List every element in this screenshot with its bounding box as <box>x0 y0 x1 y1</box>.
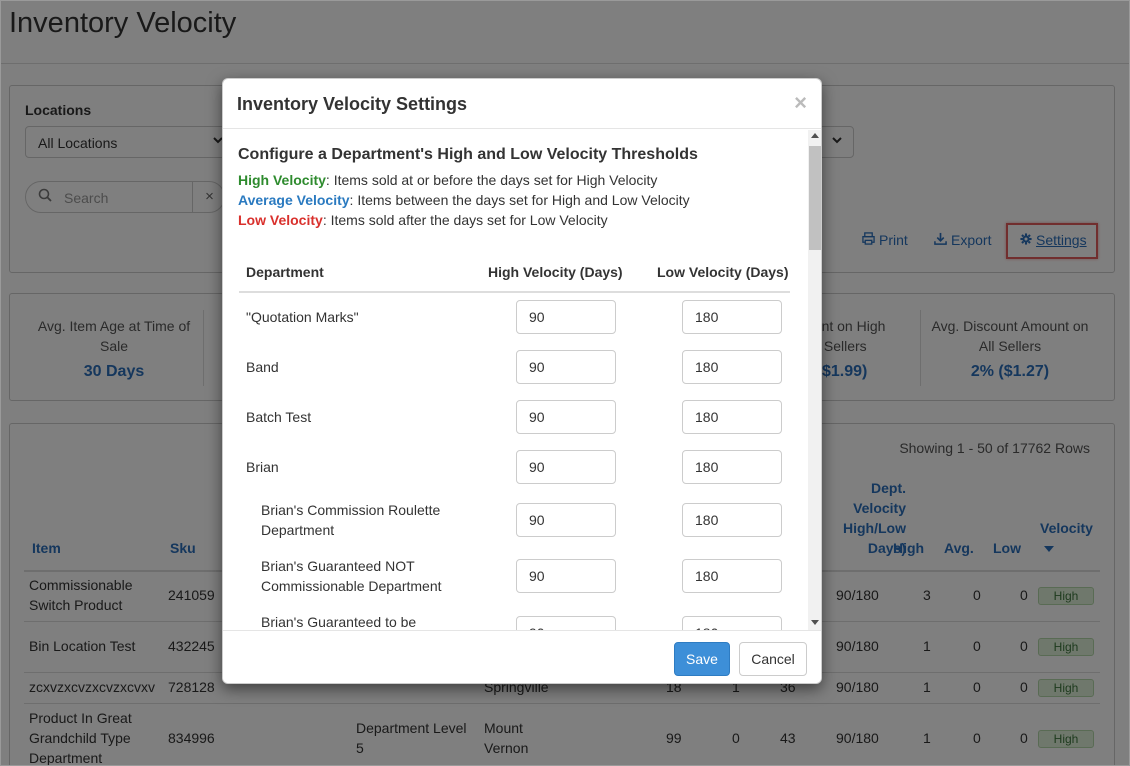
cancel-button[interactable]: Cancel <box>739 642 807 676</box>
modal-body: Configure a Department's High and Low Ve… <box>223 130 808 630</box>
legend-text: : Items between the days set for High an… <box>349 192 690 208</box>
legend-low-velocity: Low Velocity: Items sold after the days … <box>238 212 608 228</box>
col-header-low-velocity: Low Velocity (Days) <box>657 264 789 280</box>
low-velocity-input[interactable] <box>682 503 782 537</box>
dept-name-text: Brian's Guaranteed NOT <box>261 558 415 574</box>
modal-footer: Save Cancel <box>223 630 821 683</box>
dept-name: Brian <box>246 459 279 475</box>
high-velocity-input[interactable] <box>516 350 616 384</box>
low-velocity-input[interactable] <box>682 350 782 384</box>
legend-label: Low Velocity <box>238 212 323 228</box>
dept-name-text: Department <box>261 522 335 538</box>
dept-name: Brian's Guaranteed to be <box>261 614 417 630</box>
settings-modal: Inventory Velocity Settings × Configure … <box>222 78 822 684</box>
col-header-department: Department <box>246 264 324 280</box>
modal-header: Inventory Velocity Settings × <box>223 79 821 129</box>
legend-label: High Velocity <box>238 172 326 188</box>
low-velocity-input[interactable] <box>682 400 782 434</box>
high-velocity-input[interactable] <box>516 300 616 334</box>
modal-title: Inventory Velocity Settings <box>237 94 468 114</box>
dept-name-text: Brian's Commission Roulette <box>261 502 441 518</box>
dept-name: Batch Test <box>246 409 312 425</box>
low-velocity-input[interactable] <box>682 559 782 593</box>
high-velocity-input[interactable] <box>516 559 616 593</box>
dept-name: Brian's Commission Roulette Department <box>261 500 440 540</box>
legend-text: : Items sold at or before the days set f… <box>325 172 658 188</box>
legend-label: Average Velocity <box>238 192 350 208</box>
scroll-down-icon[interactable] <box>811 620 819 625</box>
dept-header-divider <box>239 291 790 293</box>
dept-name: Band <box>246 359 279 375</box>
high-velocity-input[interactable] <box>516 450 616 484</box>
dept-name-text: Commissionable Department <box>261 578 442 594</box>
scroll-up-icon[interactable] <box>811 133 819 138</box>
legend-high-velocity: High Velocity: Items sold at or before t… <box>238 172 657 188</box>
dept-name: Brian's Guaranteed NOT Commissionable De… <box>261 556 442 596</box>
low-velocity-input[interactable] <box>682 300 782 334</box>
high-velocity-input[interactable] <box>516 400 616 434</box>
dept-name: "Quotation Marks" <box>246 309 359 325</box>
close-icon[interactable]: × <box>794 90 807 116</box>
app-window: Inventory Velocity Locations All Locatio… <box>0 0 1130 766</box>
col-header-high-velocity: High Velocity (Days) <box>488 264 623 280</box>
config-heading: Configure a Department's High and Low Ve… <box>238 146 698 163</box>
legend-text: : Items sold after the days set for Low … <box>322 212 608 228</box>
scrollbar-thumb[interactable] <box>809 146 821 250</box>
low-velocity-input[interactable] <box>682 450 782 484</box>
modal-scrollbar[interactable] <box>808 130 821 630</box>
save-button[interactable]: Save <box>674 642 730 676</box>
high-velocity-input[interactable] <box>516 616 616 630</box>
high-velocity-input[interactable] <box>516 503 616 537</box>
low-velocity-input[interactable] <box>682 616 782 630</box>
legend-average-velocity: Average Velocity: Items between the days… <box>238 192 690 208</box>
